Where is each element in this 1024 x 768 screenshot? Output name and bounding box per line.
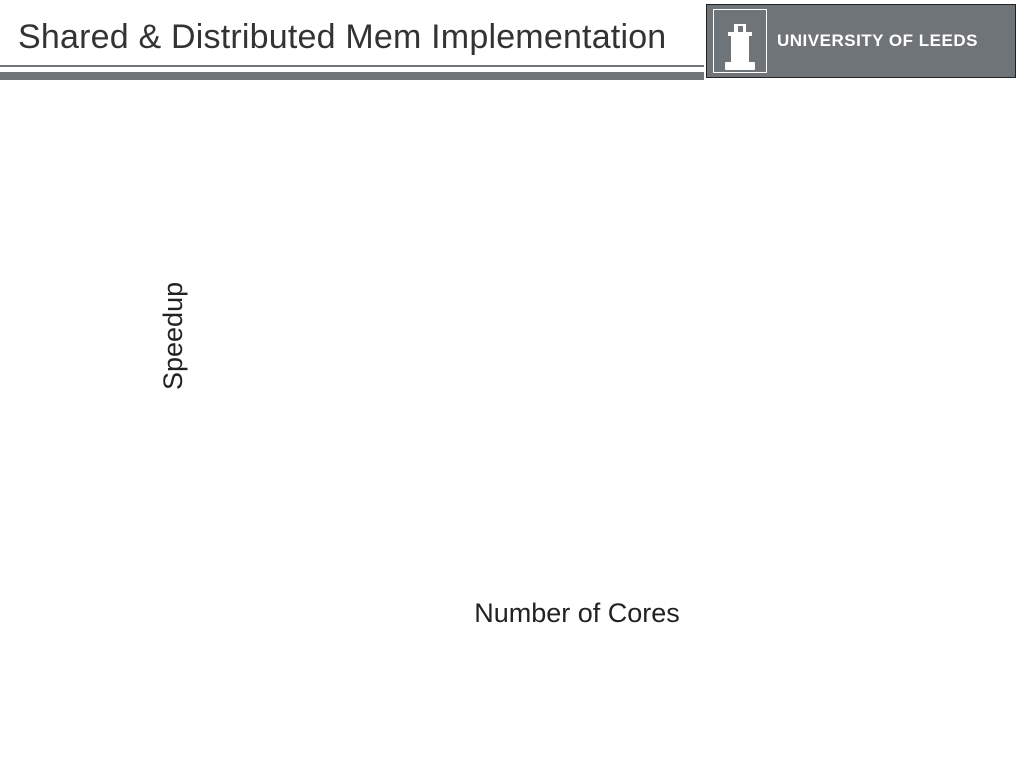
y-axis-label: Speedup: [158, 282, 189, 390]
x-axis-label: Number of Cores: [0, 598, 1024, 629]
x-axis-label-text: Number of Cores: [344, 598, 680, 629]
logo-tower-icon: [713, 9, 767, 73]
logo-text: UNIVERSITY OF LEEDS: [777, 5, 1007, 77]
slide-header: Shared & Distributed Mem Implementation …: [0, 0, 1024, 82]
header-rule-thick: [0, 72, 704, 80]
slide-title: Shared & Distributed Mem Implementation: [18, 18, 666, 57]
logo-text-line: UNIVERSITY OF LEEDS: [777, 32, 1007, 50]
header-rule-thin: [0, 65, 704, 67]
university-logo: UNIVERSITY OF LEEDS: [706, 4, 1016, 78]
